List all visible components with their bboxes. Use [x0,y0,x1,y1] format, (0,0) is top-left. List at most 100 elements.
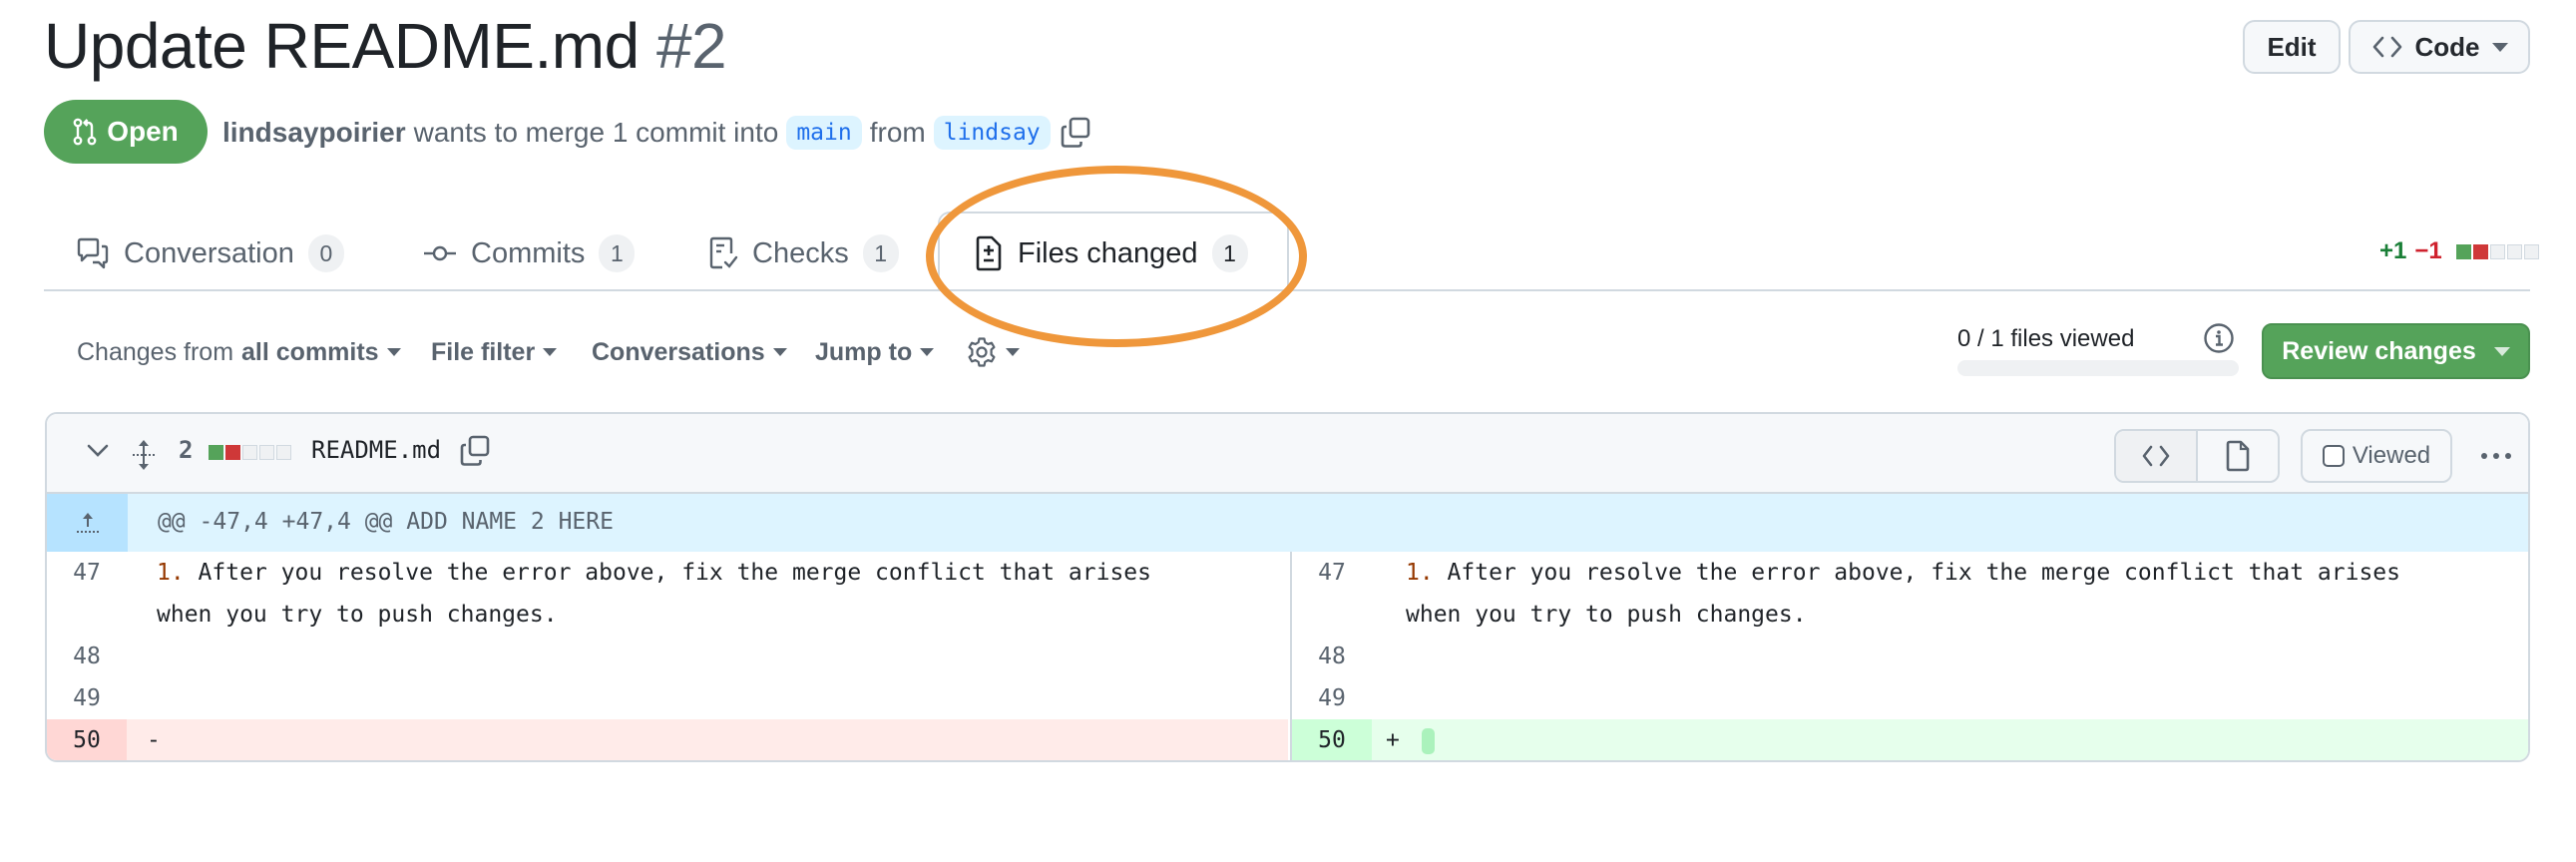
code-button-label: Code [2414,31,2480,62]
diffstat-block-added [209,445,223,460]
code-line: 1. After you resolve the error above, fi… [1406,552,2400,636]
code-text: After you resolve the error above, fix t… [1433,560,2401,586]
diff-right-side: 47 1. After you resolve the error above,… [1290,552,2528,760]
viewed-checkbox-button[interactable]: Viewed [2301,429,2452,483]
diff-row: 48 [47,636,1288,677]
diffstat-block-deleted [2472,243,2488,259]
diffstat-block-neutral [242,445,257,460]
file-name[interactable]: README.md [311,436,441,464]
deletion-sign: - [147,727,161,753]
gear-icon [966,336,998,368]
diff-left-side: 47 1. After you resolve the error above,… [47,552,1288,760]
base-branch[interactable]: main [786,116,862,150]
list-marker: 1. [157,560,185,586]
file-diff-icon [974,235,1004,271]
from-text: from [869,117,926,148]
tab-count: 1 [862,234,899,272]
diff-row: 47 1. After you resolve the error above,… [47,552,1288,636]
expand-up-icon[interactable] [47,494,128,552]
kebab-horizontal-icon[interactable] [2471,438,2521,474]
copy-icon[interactable] [458,434,492,468]
diffstat-block-deleted [225,445,240,460]
code-text-wrap: when you try to push changes. [157,602,558,628]
file-diff: 2 README.md Viewed @@ -47,4 +47,4 @@ ADD… [45,412,2530,762]
expand-all-icon[interactable] [131,438,157,472]
code-dropdown-button[interactable]: Code [2349,20,2530,74]
source-diff-button[interactable] [2116,431,2198,481]
jump-to-dropdown[interactable]: Jump to [815,335,935,369]
merge-info: lindsaypoirier wants to merge 1 commit i… [222,112,1092,154]
status-label: Open [107,116,179,147]
changes-from-dropdown[interactable]: Changes from all commits [77,335,401,369]
tabs-divider [44,289,2530,291]
tab-conversation[interactable]: Conversation 0 [76,225,344,281]
conversations-label: Conversations [592,337,765,366]
diffstat-block-neutral [2523,243,2539,259]
head-branch[interactable]: lindsay [933,116,1051,150]
chevron-down-icon [2493,346,2510,356]
diffstat-block-added [2455,243,2471,259]
diffstat-block-neutral [259,445,274,460]
rich-diff-button[interactable] [2198,431,2278,481]
tab-label: Files changed [1018,236,1198,269]
files-viewed-progress [1957,360,2239,376]
git-pull-request-icon [73,118,97,146]
edit-button-label: Edit [2267,31,2317,62]
diff-settings-dropdown[interactable] [966,335,1020,369]
file-diffstat-blocks [209,445,291,460]
viewed-checkbox[interactable] [2322,445,2345,467]
file-filter-label: File filter [431,337,536,366]
line-number[interactable]: 50 [47,719,127,760]
review-changes-button[interactable]: Review changes [2262,323,2530,379]
list-marker: 1. [1406,560,1434,586]
tab-count: 0 [307,234,344,272]
diffstat: +1 −1 [2379,237,2539,265]
tab-commits[interactable]: Commits 1 [423,225,636,281]
file-header: 2 README.md Viewed [47,414,2528,494]
changes-from-value: all commits [241,337,379,366]
tab-label: Commits [471,236,586,269]
chevron-down-icon [920,348,935,356]
line-number[interactable]: 47 [47,552,127,636]
viewed-label: Viewed [2352,442,2431,469]
files-viewed-count: 0 / 1 files viewed [1957,325,2135,352]
comment-discussion-icon [76,237,110,269]
git-commit-icon [423,243,457,263]
changes-from-prefix: Changes from [77,337,234,366]
line-number[interactable]: 50 [1292,719,1372,760]
diff-row: 49 [1292,677,2528,719]
view-mode-toggle [2114,429,2280,483]
line-number[interactable]: 48 [1292,636,1372,677]
code-text-wrap: when you try to push changes. [1406,602,1807,628]
conversations-dropdown[interactable]: Conversations [592,335,787,369]
chevron-down-icon [1006,348,1020,356]
addition-sign: + [1386,727,1400,753]
jump-to-label: Jump to [815,337,913,366]
code-icon [2141,444,2171,468]
line-number[interactable]: 48 [47,636,127,677]
edit-button[interactable]: Edit [2243,20,2341,74]
tab-files-changed[interactable]: Files changed 1 [974,225,1248,281]
chevron-down-icon [2491,42,2508,52]
file-filter-dropdown[interactable]: File filter [431,335,558,369]
diffstat-block-neutral [2489,243,2505,259]
line-number[interactable]: 49 [1292,677,1372,719]
code-text: After you resolve the error above, fix t… [184,560,1152,586]
file-change-count: 2 [179,436,194,464]
chevron-down-icon[interactable] [87,444,109,458]
info-icon[interactable] [2203,322,2235,354]
tab-label: Checks [752,236,849,269]
tab-count: 1 [599,234,636,272]
author-link[interactable]: lindsaypoirier [222,117,406,149]
line-number[interactable]: 47 [1292,552,1372,636]
diff-row: 48 [1292,636,2528,677]
merge-text: wants to merge 1 commit into [413,117,779,148]
copy-icon[interactable] [1059,116,1092,150]
diffstat-block-neutral [2506,243,2522,259]
tab-checks[interactable]: Checks 1 [708,225,899,281]
file-icon [2225,440,2251,472]
diffstat-blocks [2455,243,2539,259]
line-number[interactable]: 49 [47,677,127,719]
diff-row-addition: 50 + [1292,719,2528,760]
pr-number: #2 [655,10,727,82]
